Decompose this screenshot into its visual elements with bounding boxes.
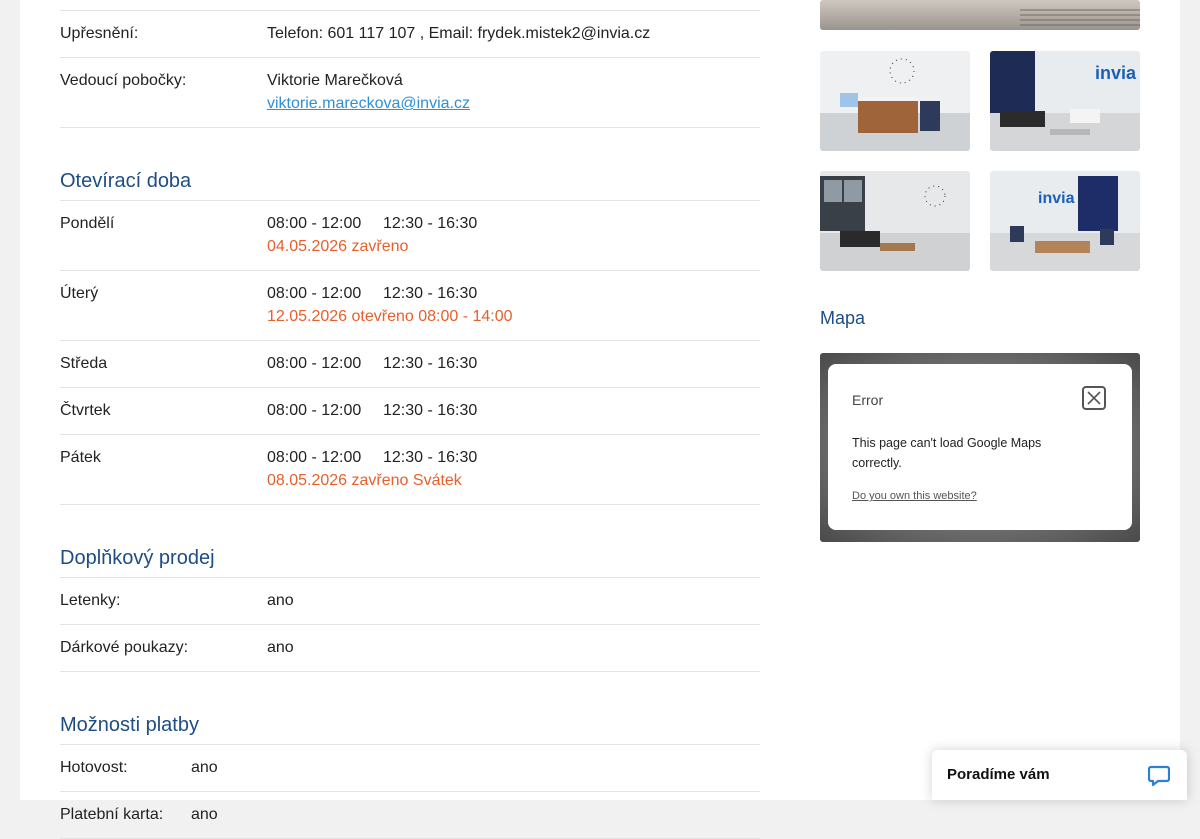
extra-sales-row: Letenky: ano <box>60 578 760 625</box>
manager-email-link[interactable]: viktorie.mareckova@invia.cz <box>267 95 470 112</box>
day-label: Pondělí <box>60 215 115 232</box>
payment-row: Platební karta: ano <box>60 792 760 839</box>
hours-row-friday: Pátek 08:00 - 12:00 12:30 - 16:30 08.05.2… <box>60 435 760 505</box>
extra-sales-value: ano <box>267 639 294 656</box>
upresneni-value: Telefon: 601 117 107 , Email: frydek.mis… <box>267 25 651 42</box>
upresneni-row: Upřesnění: Telefon: 601 117 107 , Email:… <box>60 10 760 58</box>
hours-row-thursday: Čtvrtek 08:00 - 12:00 12:30 - 16:30 <box>60 388 760 435</box>
office-photo-reception[interactable] <box>820 51 970 151</box>
branch-details: Upřesnění: Telefon: 601 117 107 , Email:… <box>60 0 760 839</box>
manager-row: Vedoucí pobočky: Viktorie Marečková vikt… <box>60 58 760 128</box>
office-photo-lounge-logo[interactable]: invia <box>990 51 1140 151</box>
afternoon-hours: 12:30 - 16:30 <box>383 215 478 232</box>
payment-value: ano <box>191 806 218 823</box>
map-error-dialog: Error This page can't load Google Maps c… <box>828 364 1132 530</box>
day-label: Čtvrtek <box>60 402 111 419</box>
hours-note: 08.05.2026 zavřeno Svátek <box>267 472 462 489</box>
payment-title: Možnosti platby <box>60 672 760 745</box>
extra-sales-value: ano <box>267 592 294 609</box>
hours-row-monday: Pondělí 08:00 - 12:00 12:30 - 16:30 04.05… <box>60 201 760 271</box>
day-label: Úterý <box>60 285 99 302</box>
office-photo-window-lounge[interactable] <box>820 171 970 271</box>
payment-row: Hotovost: ano <box>60 745 760 792</box>
hours-row-tuesday: Úterý 08:00 - 12:00 12:30 - 16:30 12.05.2… <box>60 271 760 341</box>
afternoon-hours: 12:30 - 16:30 <box>383 449 478 466</box>
svg-text:invia: invia <box>1095 63 1137 83</box>
svg-text:invia: invia <box>1038 190 1075 207</box>
extra-sales-label: Dárkové poukazy: <box>60 639 189 656</box>
afternoon-hours: 12:30 - 16:30 <box>383 285 478 302</box>
hours-note: 12.05.2026 otevřeno 08:00 - 14:00 <box>267 308 513 325</box>
map-error-message: This page can't load Google Maps correct… <box>852 436 1042 470</box>
hours-note: 04.05.2026 zavřeno <box>267 238 409 255</box>
chat-label: Poradíme vám <box>947 766 1050 783</box>
hours-row-wednesday: Středa 08:00 - 12:00 12:30 - 16:30 <box>60 341 760 388</box>
close-icon[interactable] <box>1082 386 1106 410</box>
payment-label: Platební karta: <box>60 806 164 823</box>
day-label: Pátek <box>60 449 101 466</box>
extra-sales-row: Dárkové poukazy: ano <box>60 625 760 672</box>
manager-name: Viktorie Marečková <box>267 72 403 89</box>
day-label: Středa <box>60 355 108 372</box>
morning-hours: 08:00 - 12:00 <box>267 285 362 302</box>
afternoon-hours: 12:30 - 16:30 <box>383 402 478 419</box>
extra-sales-label: Letenky: <box>60 592 121 609</box>
payment-value: ano <box>191 759 218 776</box>
extra-sales-title: Doplňkový prodej <box>60 505 760 578</box>
map-title: Mapa <box>820 308 866 328</box>
chat-widget[interactable]: Poradíme vám <box>932 750 1187 800</box>
map-embed[interactable]: Error This page can't load Google Maps c… <box>820 353 1140 542</box>
upresneni-label: Upřesnění: <box>60 25 139 42</box>
manager-label: Vedoucí pobočky: <box>60 72 187 89</box>
opening-hours-title: Otevírací doba <box>60 128 760 201</box>
morning-hours: 08:00 - 12:00 <box>267 215 362 232</box>
morning-hours: 08:00 - 12:00 <box>267 402 362 419</box>
payment-label: Hotovost: <box>60 759 128 776</box>
morning-hours: 08:00 - 12:00 <box>267 449 362 466</box>
map-error-title: Error <box>852 392 884 408</box>
morning-hours: 08:00 - 12:00 <box>267 355 362 372</box>
office-photo-main[interactable] <box>820 0 1140 30</box>
map-error-link[interactable]: Do you own this website? <box>852 490 977 502</box>
page-container: Upřesnění: Telefon: 601 117 107 , Email:… <box>20 0 1180 839</box>
afternoon-hours: 12:30 - 16:30 <box>383 355 478 372</box>
office-photo-blue-wall[interactable]: invia <box>990 171 1140 271</box>
chat-bubble-icon[interactable] <box>1147 765 1171 787</box>
